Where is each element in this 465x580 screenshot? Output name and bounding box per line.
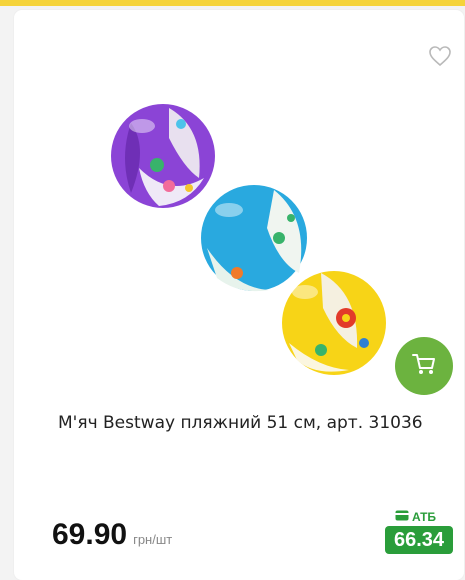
product-card[interactable]: М'яч Bestway пляжний 51 см, арт. 31036 6… bbox=[14, 10, 464, 580]
product-price: 69.90 грн/шт bbox=[52, 518, 172, 552]
add-to-cart-button[interactable] bbox=[395, 337, 453, 395]
product-title[interactable]: М'яч Bestway пляжний 51 см, арт. 31036 bbox=[58, 412, 438, 434]
blue-ball-image bbox=[201, 185, 307, 292]
price-unit: грн/шт bbox=[133, 532, 173, 547]
atb-price-badge: 66.34 bbox=[385, 526, 453, 554]
price-value: 69.90 bbox=[52, 518, 128, 551]
cart-icon bbox=[411, 351, 437, 382]
product-image[interactable] bbox=[109, 98, 399, 378]
top-accent-bar bbox=[0, 0, 465, 6]
atb-card-icon bbox=[395, 510, 409, 524]
heart-outline-icon[interactable] bbox=[428, 45, 452, 67]
yellow-ball-image bbox=[282, 271, 386, 375]
purple-ball-image bbox=[111, 104, 215, 208]
atb-label: АТБ bbox=[412, 510, 437, 524]
atb-logo: АТБ bbox=[395, 510, 436, 524]
